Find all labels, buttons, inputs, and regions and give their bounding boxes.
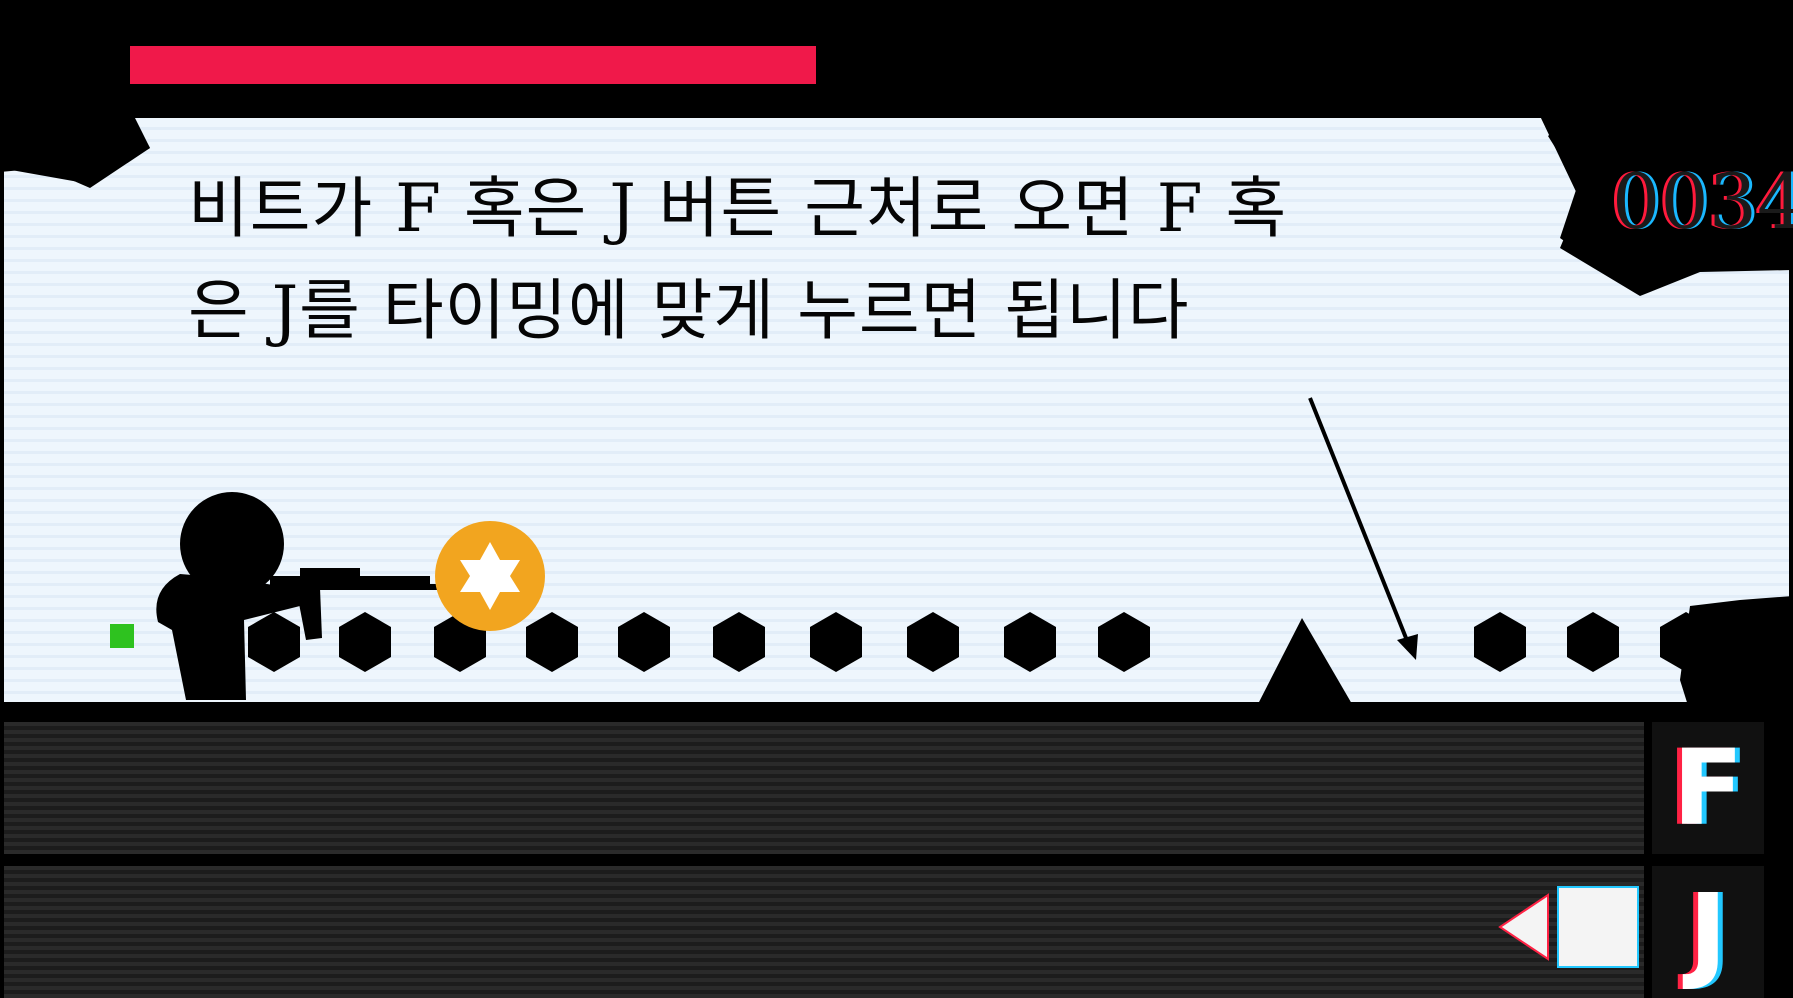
- beat-note: [1098, 612, 1150, 672]
- arrow-icon: [1308, 397, 1418, 660]
- beat-note: [339, 612, 391, 672]
- beat-note: [618, 612, 670, 672]
- beat-note: [1567, 612, 1619, 672]
- left-shard: [0, 112, 150, 188]
- f-key-button[interactable]: F: [1652, 722, 1764, 854]
- hit-marker-icon: [1498, 886, 1639, 968]
- j-key-button[interactable]: J: [1652, 866, 1764, 998]
- lane-f: [4, 722, 1644, 854]
- player-silhouette: [156, 492, 440, 700]
- star-coin-icon: [435, 521, 545, 631]
- beat-note: [713, 612, 765, 672]
- beat-note: [1004, 612, 1056, 672]
- spike-obstacle: [1258, 618, 1352, 704]
- beat-note: [248, 612, 300, 672]
- beat-note: [907, 612, 959, 672]
- ground-line: [0, 702, 1793, 718]
- tutorial-instruction: 비트가 F 혹은 J 버튼 근처로 오면 F 혹 은 J를 타이밍에 맞게 누르…: [188, 170, 1288, 349]
- lane-j: [4, 866, 1644, 998]
- green-pickup: [110, 624, 134, 648]
- beat-note: [1474, 612, 1526, 672]
- score-counter: 0034: [1612, 157, 1793, 246]
- beat-note: [526, 612, 578, 672]
- beat-note: [810, 612, 862, 672]
